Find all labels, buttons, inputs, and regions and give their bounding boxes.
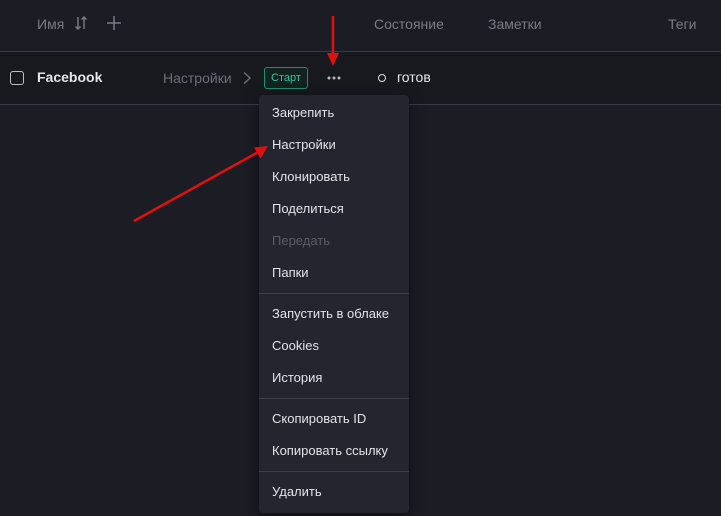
menu-item-folders[interactable]: Папки [272, 265, 309, 280]
menu-item-clone[interactable]: Клонировать [272, 169, 350, 184]
context-menu: Закрепить Настройки Клонировать Поделить… [259, 95, 409, 513]
menu-item-transfer: Передать [272, 233, 331, 248]
chevron-right-icon [243, 71, 252, 85]
menu-divider [259, 471, 409, 472]
start-button[interactable]: Старт [264, 67, 308, 89]
column-name-header[interactable]: Имя [37, 16, 64, 32]
row-checkbox[interactable] [10, 71, 24, 85]
plus-icon[interactable] [106, 15, 122, 31]
profile-name[interactable]: Facebook [37, 69, 102, 85]
column-state-header[interactable]: Состояние [374, 16, 444, 32]
table-header: Имя Состояние Заметки Теги [0, 0, 721, 52]
menu-item-copy-id[interactable]: Скопировать ID [272, 411, 366, 426]
menu-divider [259, 398, 409, 399]
menu-item-delete[interactable]: Удалить [272, 484, 322, 499]
status-text: готов [397, 69, 431, 85]
menu-item-pin[interactable]: Закрепить [272, 105, 334, 120]
more-horizontal-icon[interactable] [324, 72, 344, 84]
status-dot-icon [378, 74, 386, 82]
column-notes-header[interactable]: Заметки [488, 16, 542, 32]
menu-item-cookies[interactable]: Cookies [272, 338, 319, 353]
column-tags-header[interactable]: Теги [668, 16, 696, 32]
menu-item-run-cloud[interactable]: Запустить в облаке [272, 306, 389, 321]
menu-item-settings[interactable]: Настройки [272, 137, 336, 152]
menu-item-copy-link[interactable]: Копировать ссылку [272, 443, 388, 458]
sort-icon[interactable] [74, 14, 88, 32]
menu-item-share[interactable]: Поделиться [272, 201, 344, 216]
menu-item-history[interactable]: История [272, 370, 322, 385]
annotation-arrow-settings [133, 146, 268, 223]
settings-link[interactable]: Настройки [163, 70, 232, 86]
menu-divider [259, 293, 409, 294]
